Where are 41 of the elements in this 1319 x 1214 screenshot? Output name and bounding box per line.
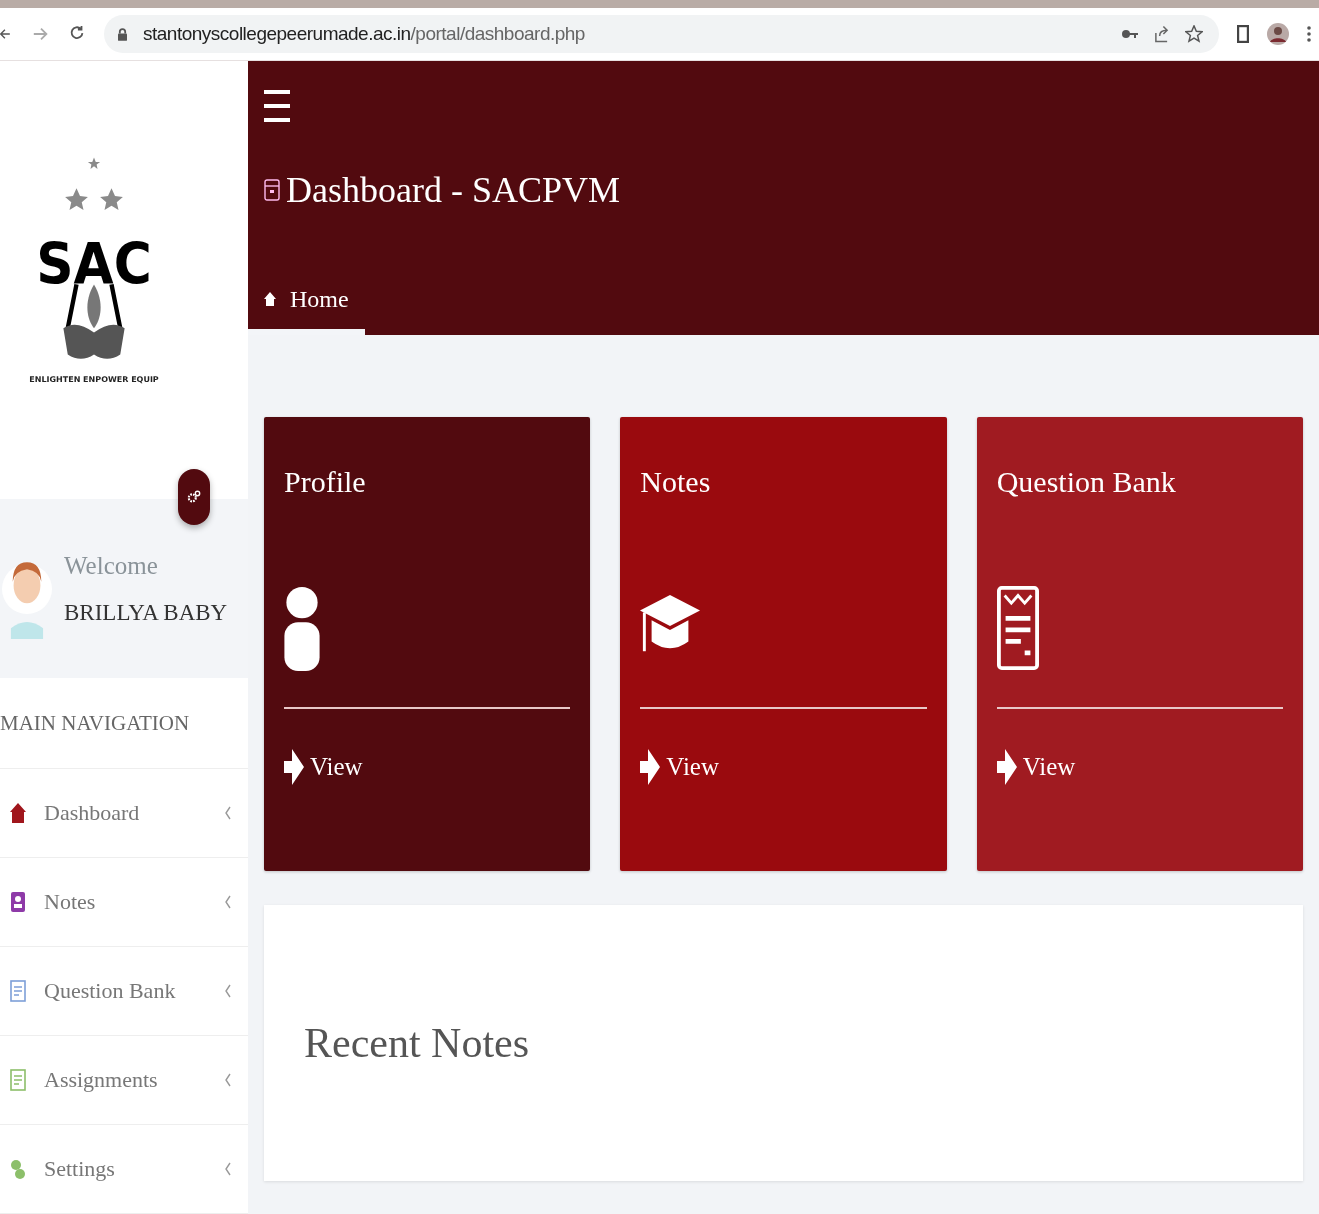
archive-icon [264, 179, 280, 201]
nav-item[interactable]: Dashboard [0, 769, 248, 858]
menu-icon[interactable] [1307, 25, 1311, 43]
view-link[interactable]: View [996, 745, 1076, 789]
nav-heading: MAIN NAVIGATION [0, 678, 248, 769]
panel-title: Recent Notes [304, 1019, 530, 1067]
view-link[interactable]: View [284, 745, 363, 789]
contact-card-icon [10, 891, 26, 913]
breadcrumb-tab[interactable]: Home [248, 269, 365, 335]
nav-item[interactable]: Notes [0, 858, 248, 947]
welcome-label: Welcome [64, 551, 159, 580]
checklist-icon [996, 585, 1039, 671]
page-title: Dashboard - SACPVM [286, 169, 620, 211]
share-icon[interactable] [1154, 25, 1169, 43]
house-icon [264, 292, 276, 306]
chevron-icon [224, 805, 232, 821]
card-title: Notes [640, 465, 712, 499]
star-icon[interactable] [1185, 25, 1203, 43]
card-title: Profile [284, 465, 367, 499]
card-title: Question Bank [996, 465, 1177, 499]
address-bar[interactable]: stantonyscollegepeerumade.ac.in/portal/dashboard.php [104, 15, 1219, 53]
chevron-icon [224, 1161, 232, 1177]
person-icon [284, 585, 320, 671]
house-icon [10, 802, 26, 824]
list-icon [10, 1069, 26, 1091]
menu-icon[interactable] [264, 89, 290, 123]
college-logo-drawing: SAC ENLIGHTEN ENPOWER EQUIP [24, 140, 164, 421]
chevron-icon [224, 894, 232, 910]
lock-icon [118, 27, 127, 41]
view-link[interactable]: View [640, 745, 719, 789]
key-icon[interactable] [1122, 28, 1138, 40]
side-panel-icon[interactable] [1237, 25, 1249, 43]
profile-avatar-icon[interactable] [1267, 23, 1289, 45]
settings-button[interactable] [178, 469, 210, 526]
chevron-icon [224, 1072, 232, 1088]
nav-item[interactable]: Settings [0, 1125, 248, 1214]
nav-item[interactable]: Assignments [0, 1036, 248, 1125]
chevron-icon [224, 983, 232, 999]
user-name: BRILLYA BABY [64, 599, 228, 626]
nav-item[interactable]: Question Bank [0, 947, 248, 1036]
list-icon [10, 980, 26, 1002]
